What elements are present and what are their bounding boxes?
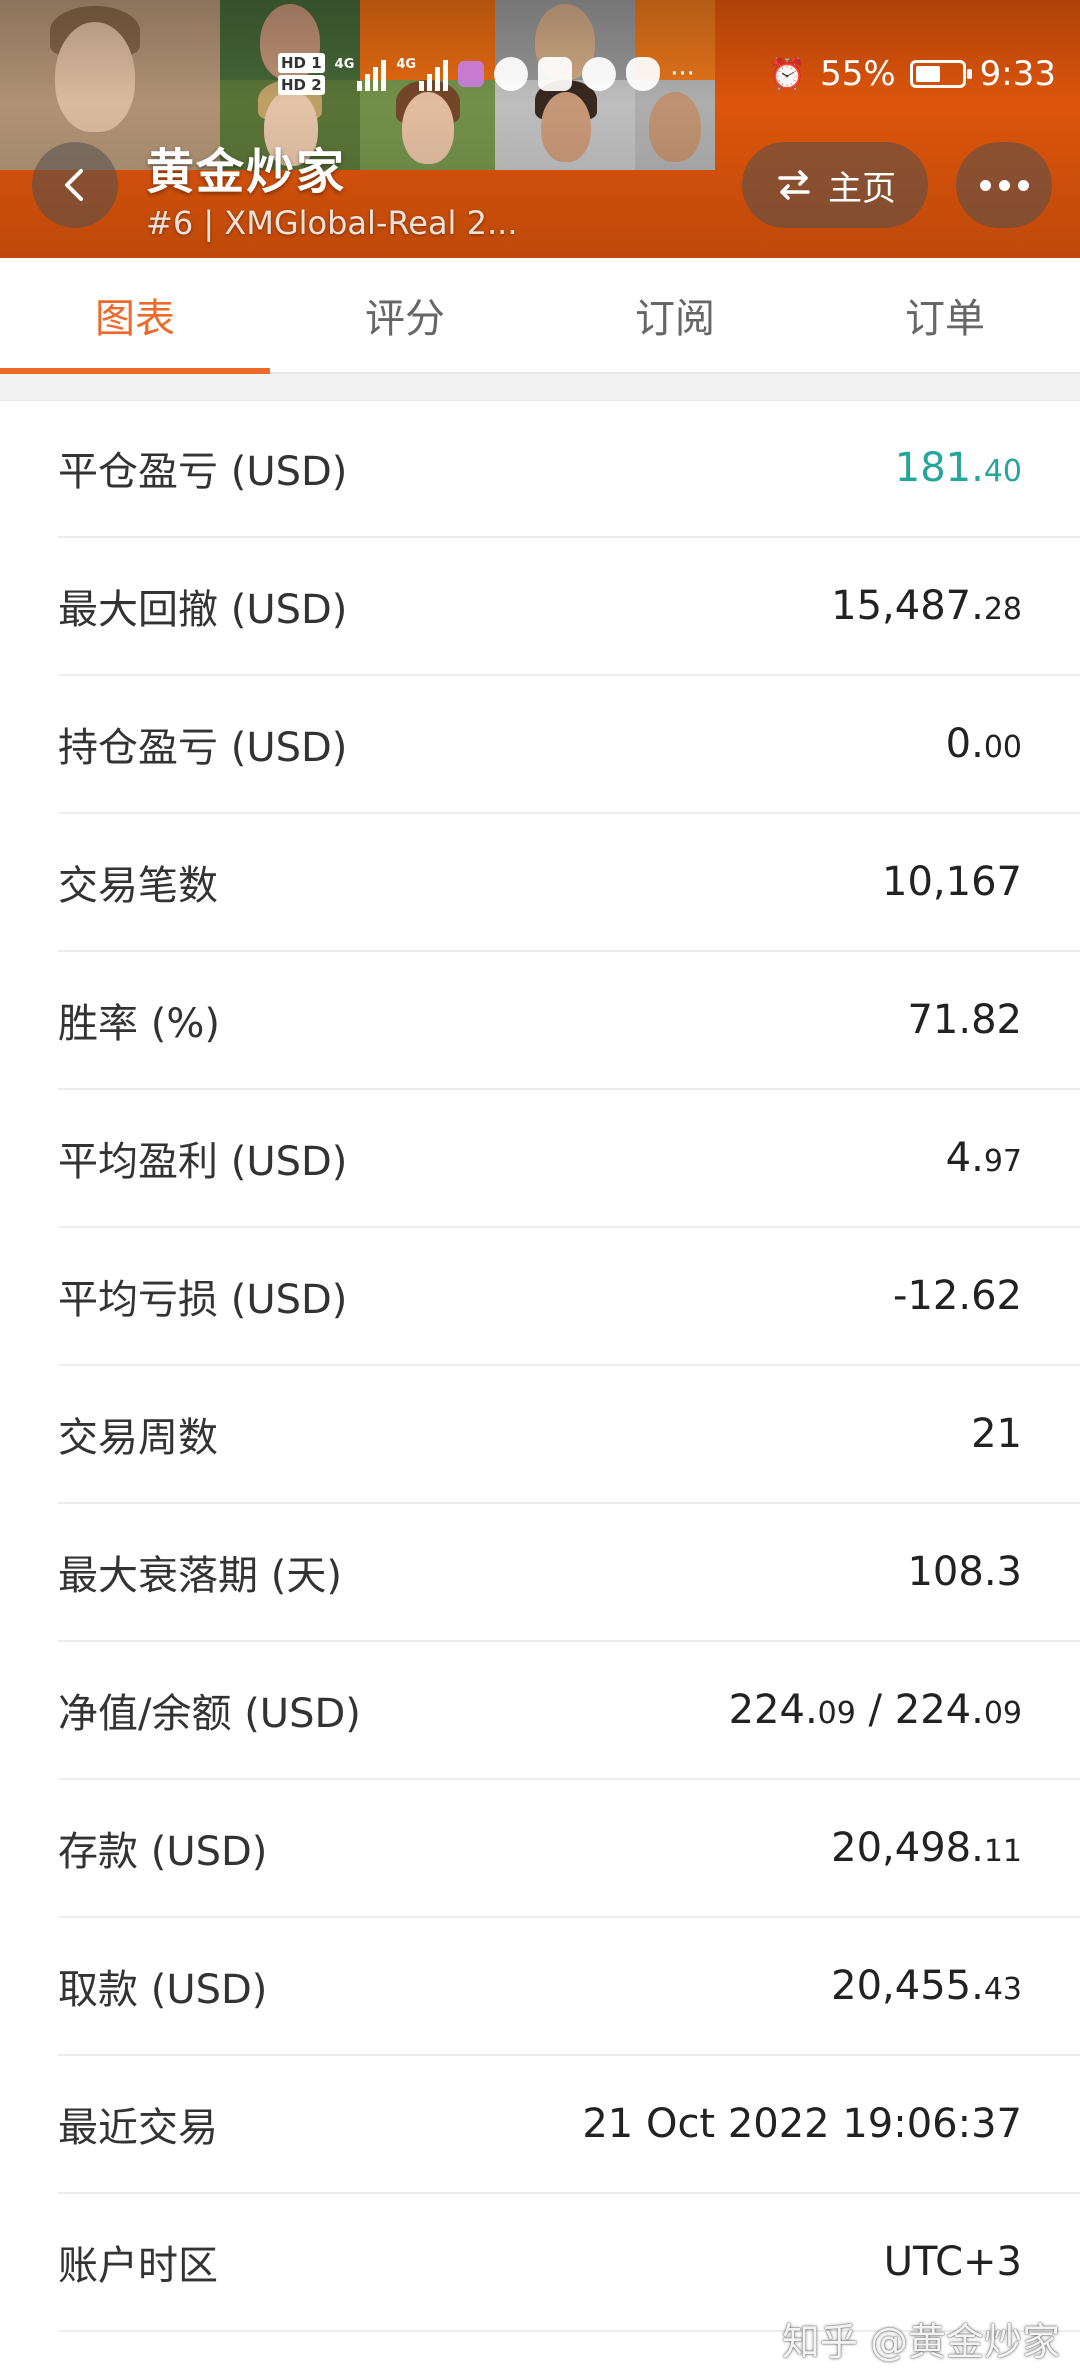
stat-label: 净值/余额 (USD) xyxy=(58,1691,361,1737)
profile-header: HD 1 HD 2 4G 4G ··· ⏰ 55% 9:33 黄金炒家 #6 |… xyxy=(0,0,1080,258)
stat-row: 胜率 (%) 71.82 xyxy=(58,952,1080,1090)
home-button-label: 主页 xyxy=(828,168,896,209)
more-dot-icon xyxy=(979,179,991,191)
stat-row: 交易笔数 10,167 xyxy=(58,814,1080,952)
stat-row: 平均盈利 (USD) 4.97 xyxy=(58,1090,1080,1228)
stat-label: 持仓盈亏 (USD) xyxy=(58,725,348,771)
stat-label: 最大回撤 (USD) xyxy=(58,587,348,633)
stat-row: 最大回撤 (USD) 15,487.28 xyxy=(58,538,1080,676)
tab-orders[interactable]: 订单 xyxy=(810,258,1080,372)
status-bar-left: HD 1 HD 2 4G 4G ··· xyxy=(278,44,695,104)
stat-value: 10,167 xyxy=(882,859,1022,905)
signal-2-icon: 4G xyxy=(396,57,449,91)
stat-row: 持仓盈亏 (USD) 0.00 xyxy=(58,676,1080,814)
stat-label: 交易笔数 xyxy=(58,863,218,909)
stat-value: 71.82 xyxy=(907,997,1022,1043)
back-button[interactable] xyxy=(32,142,118,228)
watermark: 知乎 @黄金炒家 xyxy=(781,2320,1060,2364)
stat-label: 平均盈利 (USD) xyxy=(58,1139,348,1185)
stat-value: 20,455.43 xyxy=(831,1963,1022,2009)
more-options-button[interactable] xyxy=(956,142,1052,228)
stat-label: 胜率 (%) xyxy=(58,1001,220,1047)
stats-list: 平仓盈亏 (USD) 181.40 最大回撤 (USD) 15,487.28 持仓盈亏 … xyxy=(58,400,1080,2332)
tab-rating[interactable]: 评分 xyxy=(270,258,540,372)
page-title: 黄金炒家 xyxy=(146,144,347,200)
stat-row: 平均亏损 (USD) -12.62 xyxy=(58,1228,1080,1366)
stat-value: 4.97 xyxy=(945,1135,1022,1181)
tab-subscribe[interactable]: 订阅 xyxy=(540,258,810,372)
stat-value: 21 xyxy=(971,1411,1022,1457)
stat-value: 21 Oct 2022 19:06:37 xyxy=(582,2101,1022,2147)
stat-value: UTC+3 xyxy=(883,2239,1022,2285)
stat-label: 存款 (USD) xyxy=(58,1829,268,1875)
swap-icon xyxy=(778,170,810,200)
stat-row: 最大衰落期 (天) 108.3 xyxy=(58,1504,1080,1642)
stat-label: 平均亏损 (USD) xyxy=(58,1277,348,1323)
battery-icon xyxy=(909,60,972,88)
stat-row: 取款 (USD) 20,455.43 xyxy=(58,1918,1080,2056)
stat-value: 0.00 xyxy=(945,721,1022,767)
tab-chart[interactable]: 图表 xyxy=(0,258,270,374)
stat-row: 存款 (USD) 20,498.11 xyxy=(58,1780,1080,1918)
stat-value: 181.40 xyxy=(894,445,1022,491)
alarm-icon: ⏰ xyxy=(768,56,807,92)
stat-value: -12.62 xyxy=(893,1273,1022,1319)
chat-notification-icon xyxy=(494,57,529,91)
stat-label: 最近交易 xyxy=(58,2105,218,2151)
home-switch-button[interactable]: 主页 xyxy=(742,142,928,228)
stat-value: 20,498.11 xyxy=(831,1825,1022,1871)
sim-indicator: HD 1 HD 2 xyxy=(278,52,325,96)
stat-row: 交易周数 21 xyxy=(58,1366,1080,1504)
stat-value: 15,487.28 xyxy=(831,583,1022,629)
chevron-left-icon xyxy=(65,169,83,201)
stat-label: 交易周数 xyxy=(58,1415,218,1461)
stat-value: 224.09 / 224.09 xyxy=(728,1687,1022,1733)
tab-bar: 图表 评分 订阅 订单 xyxy=(0,258,1080,374)
browser-notification-icon xyxy=(582,57,617,91)
stat-label: 账户时区 xyxy=(58,2243,218,2289)
stat-value: 108.3 xyxy=(907,1549,1022,1595)
stat-row: 最近交易 21 Oct 2022 19:06:37 xyxy=(58,2056,1080,2194)
stat-label: 取款 (USD) xyxy=(58,1967,268,2013)
stat-label: 平仓盈亏 (USD) xyxy=(58,449,348,495)
app-notification-icon xyxy=(458,61,485,87)
section-divider xyxy=(0,374,1080,401)
status-bar-right: ⏰ 55% 9:33 xyxy=(769,44,1056,104)
stat-row: 净值/余额 (USD) 224.09 / 224.09 xyxy=(58,1642,1080,1780)
stat-row: 平仓盈亏 (USD) 181.40 xyxy=(58,400,1080,538)
account-subtitle: #6 | XMGlobal-Real 2... xyxy=(146,204,518,242)
more-notifications-icon: ··· xyxy=(670,59,695,89)
signal-1-icon: 4G xyxy=(335,57,387,91)
shopping-notification-icon xyxy=(538,57,573,91)
stat-label: 最大衰落期 (天) xyxy=(58,1553,342,1599)
security-notification-icon xyxy=(626,57,661,91)
clock: 9:33 xyxy=(979,54,1056,94)
battery-percent: 55% xyxy=(820,54,896,94)
